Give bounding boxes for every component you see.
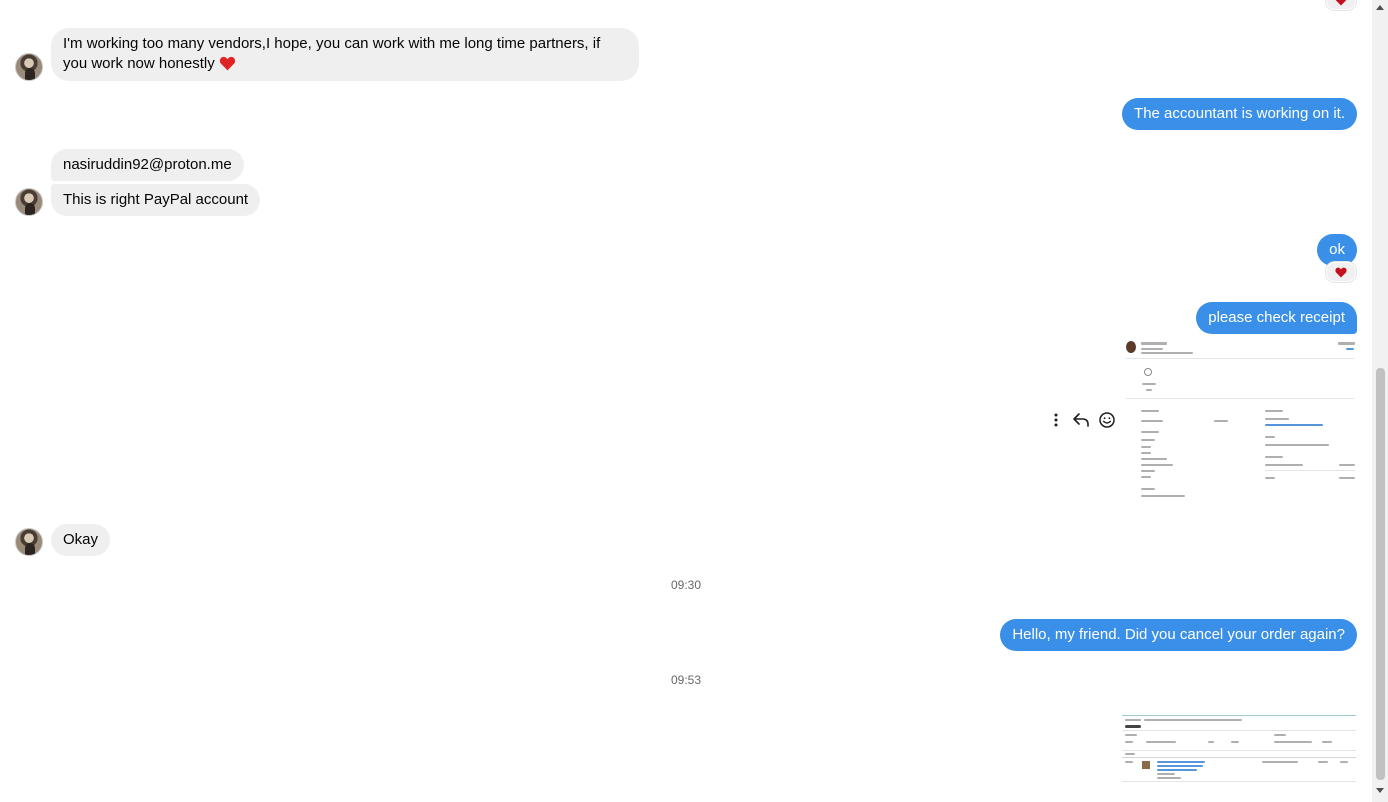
incoming-message[interactable]: Okay bbox=[51, 524, 111, 556]
scrollbar-thumb[interactable] bbox=[1376, 368, 1385, 780]
order-screenshot-image[interactable] bbox=[1121, 713, 1357, 783]
message-text: This is right PayPal account bbox=[63, 191, 249, 208]
message-text: ok bbox=[1329, 241, 1345, 258]
message-actions bbox=[1048, 410, 1116, 430]
smiley-icon[interactable] bbox=[1098, 410, 1116, 430]
timestamp: 09:53 bbox=[670, 673, 702, 687]
incoming-message[interactable]: I'm working too many vendors,I hope, you… bbox=[51, 28, 639, 81]
outgoing-message[interactable]: please check receipt bbox=[1196, 302, 1357, 334]
avatar[interactable] bbox=[15, 188, 43, 216]
heart-icon bbox=[1336, 0, 1346, 5]
message-text: Okay bbox=[63, 531, 99, 548]
incoming-message[interactable]: nasiruddin92@proton.me bbox=[51, 149, 244, 181]
message-text: The accountant is working on it. bbox=[1134, 105, 1345, 122]
avatar[interactable] bbox=[15, 528, 43, 556]
message-reaction[interactable] bbox=[1326, 262, 1356, 282]
scroll-down-arrow-icon[interactable] bbox=[1376, 788, 1384, 793]
message-text: Hello, my friend. Did you cancel your or… bbox=[1012, 626, 1345, 643]
avatar[interactable] bbox=[15, 53, 43, 81]
more-vertical-icon[interactable] bbox=[1048, 410, 1064, 430]
outgoing-message[interactable]: Hello, my friend. Did you cancel your or… bbox=[1000, 619, 1357, 651]
message-text: I'm working too many vendors,I hope, you… bbox=[63, 35, 601, 72]
message-text: please check receipt bbox=[1208, 309, 1345, 326]
message-reaction[interactable] bbox=[1326, 0, 1356, 10]
outgoing-message[interactable]: The accountant is working on it. bbox=[1122, 98, 1357, 130]
chat-message-list: I'm working too many vendors,I hope, you… bbox=[0, 0, 1372, 802]
reply-icon[interactable] bbox=[1072, 410, 1090, 430]
heart-icon bbox=[219, 56, 236, 77]
timestamp: 09:30 bbox=[670, 578, 702, 592]
scrollbar[interactable] bbox=[1372, 0, 1388, 802]
receipt-image[interactable] bbox=[1121, 337, 1357, 502]
incoming-message[interactable]: This is right PayPal account bbox=[51, 184, 261, 216]
heart-icon bbox=[1335, 267, 1347, 277]
scroll-up-arrow-icon[interactable] bbox=[1376, 5, 1384, 10]
message-text: nasiruddin92@proton.me bbox=[63, 156, 232, 173]
receipt-avatar bbox=[1126, 341, 1136, 353]
